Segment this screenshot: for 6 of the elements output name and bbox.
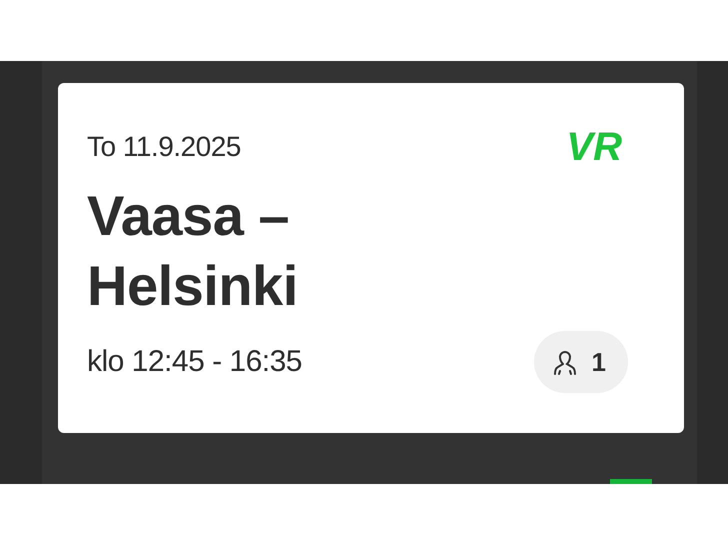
route-title: Vaasa – Helsinki (87, 183, 299, 319)
travel-date: To 11.9.2025 (87, 131, 241, 163)
ticket-card[interactable]: To 11.9.2025 VR Vaasa – Helsinki klo 12:45 - 16:35 1 (58, 83, 684, 433)
departure-time: klo 12:45 - 16:35 (87, 345, 302, 379)
vr-logo: VR (566, 127, 623, 167)
passenger-count: 1 (534, 331, 628, 393)
